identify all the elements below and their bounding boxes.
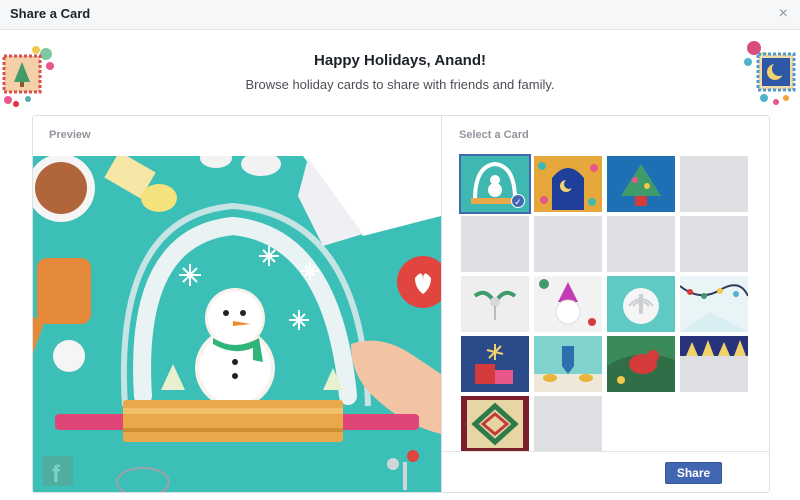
card-tile-pine-trees[interactable] [680,336,748,392]
card-tile-placeholder[interactable] [461,216,529,272]
preview-label: Preview [49,129,91,141]
card-tile-tree-bird[interactable] [607,156,675,212]
footer-divider [442,451,770,452]
card-tile-dreidel-coins[interactable] [534,336,602,392]
greeting-subheading: Browse holiday cards to share with frien… [245,77,555,92]
greeting-heading: Happy Holidays, Anand! [314,52,486,69]
card-tile-placeholder[interactable] [534,216,602,272]
select-card-label: Select a Card [459,129,529,141]
card-tile-moon-arch[interactable] [534,156,602,212]
card-tile-placeholder[interactable] [680,156,748,212]
selected-check-icon: ✓ [511,194,525,208]
card-panel: Preview Select a Card f ✓ [32,115,770,493]
close-icon[interactable]: × [779,5,788,23]
card-tile-placeholder[interactable] [607,216,675,272]
card-preview-image: f [33,156,441,492]
dialog-titlebar: Share a Card × [0,0,800,30]
moon-stamp-decoration [744,41,796,105]
card-tile-celtic-knot[interactable] [461,396,529,452]
card-tile-party-hat-snowman[interactable] [534,276,602,332]
svg-text:f: f [52,461,61,488]
card-tile-placeholder[interactable] [534,396,602,452]
card-tile-string-lights[interactable] [680,276,748,332]
card-tile-menorah[interactable] [607,276,675,332]
dialog-title: Share a Card [10,6,91,21]
card-tile-holly-angel[interactable] [461,276,529,332]
card-tile-gifts-sparkler[interactable] [461,336,529,392]
card-tile-cardinal-bird[interactable] [607,336,675,392]
card-tile-placeholder[interactable] [680,216,748,272]
share-button[interactable]: Share [665,462,722,484]
card-tile-snowman-snow-globe[interactable]: ✓ [459,154,531,214]
panel-divider [441,116,442,492]
